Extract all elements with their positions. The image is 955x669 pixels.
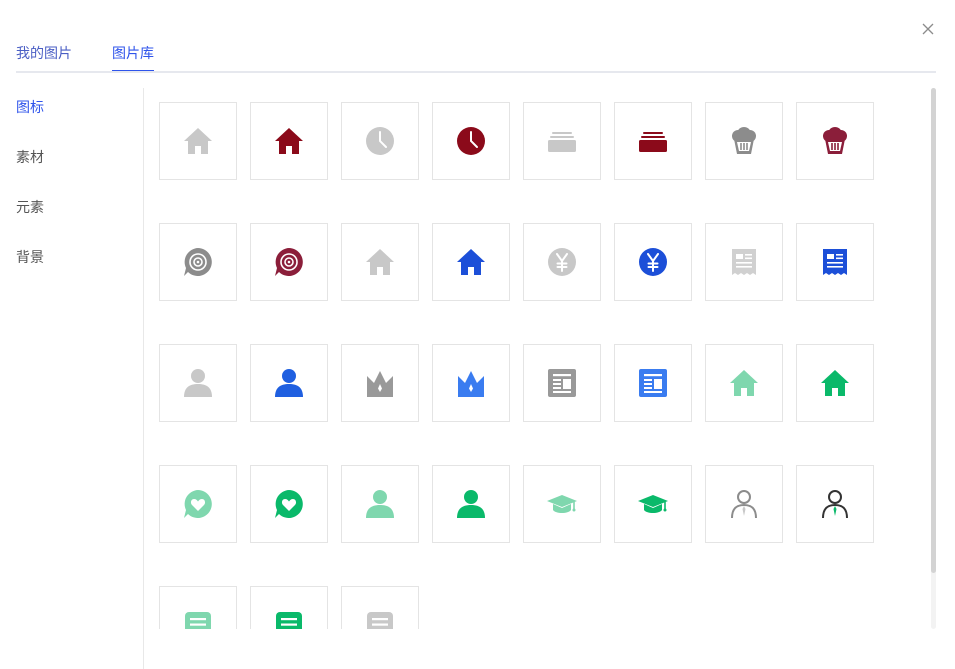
icon-tile[interactable] xyxy=(796,465,874,543)
home-icon xyxy=(457,249,485,275)
icon-tile[interactable] xyxy=(796,223,874,301)
graduation-cap-icon xyxy=(638,495,668,513)
document-icon xyxy=(367,612,393,629)
icon-tile[interactable] xyxy=(523,344,601,422)
clock-icon xyxy=(366,127,394,155)
graduation-cap-icon xyxy=(547,495,577,513)
icon-tile[interactable] xyxy=(250,344,328,422)
icon-tile[interactable] xyxy=(796,344,874,422)
icon-tile[interactable] xyxy=(705,465,783,543)
news-icon xyxy=(639,369,667,397)
chat-target-icon xyxy=(184,248,212,276)
tab-image-library[interactable]: 图片库 xyxy=(112,44,154,62)
news-icon xyxy=(548,369,576,397)
icon-tile[interactable] xyxy=(614,102,692,180)
receipt-icon xyxy=(732,249,756,275)
icon-tile[interactable] xyxy=(250,223,328,301)
home-icon xyxy=(366,249,394,275)
icon-grid xyxy=(159,88,929,629)
crown-icon xyxy=(458,371,484,397)
icon-tile[interactable] xyxy=(432,102,510,180)
close-icon[interactable] xyxy=(918,19,938,39)
icon-tile[interactable] xyxy=(614,344,692,422)
icon-tile[interactable] xyxy=(614,465,692,543)
user-icon xyxy=(366,490,394,518)
icon-tile[interactable] xyxy=(250,102,328,180)
tab-my-images[interactable]: 我的图片 xyxy=(16,44,72,62)
icon-tile[interactable] xyxy=(705,102,783,180)
document-icon xyxy=(185,612,211,629)
icon-tile[interactable] xyxy=(159,465,237,543)
home-icon xyxy=(275,128,303,154)
inbox-tray-icon xyxy=(548,132,576,152)
icon-tile[interactable] xyxy=(432,223,510,301)
user-icon xyxy=(457,490,485,518)
clock-icon xyxy=(457,127,485,155)
icon-tile[interactable] xyxy=(341,586,419,629)
tabs-divider xyxy=(16,71,936,73)
business-user-icon xyxy=(731,490,757,519)
icon-tile[interactable] xyxy=(341,223,419,301)
chat-heart-icon xyxy=(184,490,212,518)
home-icon xyxy=(821,370,849,396)
sidebar-item-backgrounds[interactable]: 背景 xyxy=(16,248,44,266)
icon-tile[interactable] xyxy=(523,465,601,543)
basket-icon xyxy=(732,127,756,154)
icon-tile[interactable] xyxy=(432,344,510,422)
icon-tile[interactable] xyxy=(523,102,601,180)
sidebar-divider xyxy=(143,88,144,669)
yen-icon xyxy=(548,248,576,276)
icon-tile[interactable] xyxy=(159,102,237,180)
icon-tile[interactable] xyxy=(432,465,510,543)
yen-icon xyxy=(639,248,667,276)
scrollbar-thumb[interactable] xyxy=(931,88,936,573)
icon-tile[interactable] xyxy=(159,344,237,422)
icon-tile[interactable] xyxy=(614,223,692,301)
icon-tile[interactable] xyxy=(250,586,328,629)
icon-tile[interactable] xyxy=(250,465,328,543)
user-icon xyxy=(184,369,212,397)
receipt-icon xyxy=(823,249,847,275)
home-icon xyxy=(730,370,758,396)
icon-tile[interactable] xyxy=(705,344,783,422)
basket-icon xyxy=(823,127,847,154)
icon-tile[interactable] xyxy=(705,223,783,301)
chat-heart-icon xyxy=(275,490,303,518)
icon-tile[interactable] xyxy=(341,465,419,543)
user-icon xyxy=(275,369,303,397)
icon-tile[interactable] xyxy=(159,223,237,301)
icon-tile[interactable] xyxy=(796,102,874,180)
sidebar-item-materials[interactable]: 素材 xyxy=(16,148,44,166)
icon-tile[interactable] xyxy=(523,223,601,301)
chat-target-icon xyxy=(275,248,303,276)
icon-tile[interactable] xyxy=(159,586,237,629)
icon-tile[interactable] xyxy=(341,344,419,422)
home-icon xyxy=(184,128,212,154)
sidebar-item-icons[interactable]: 图标 xyxy=(16,98,44,116)
business-user-icon xyxy=(822,490,848,519)
document-icon xyxy=(276,612,302,629)
icon-tile[interactable] xyxy=(341,102,419,180)
crown-icon xyxy=(367,371,393,397)
inbox-tray-icon xyxy=(639,132,667,152)
sidebar-item-elements[interactable]: 元素 xyxy=(16,198,44,216)
